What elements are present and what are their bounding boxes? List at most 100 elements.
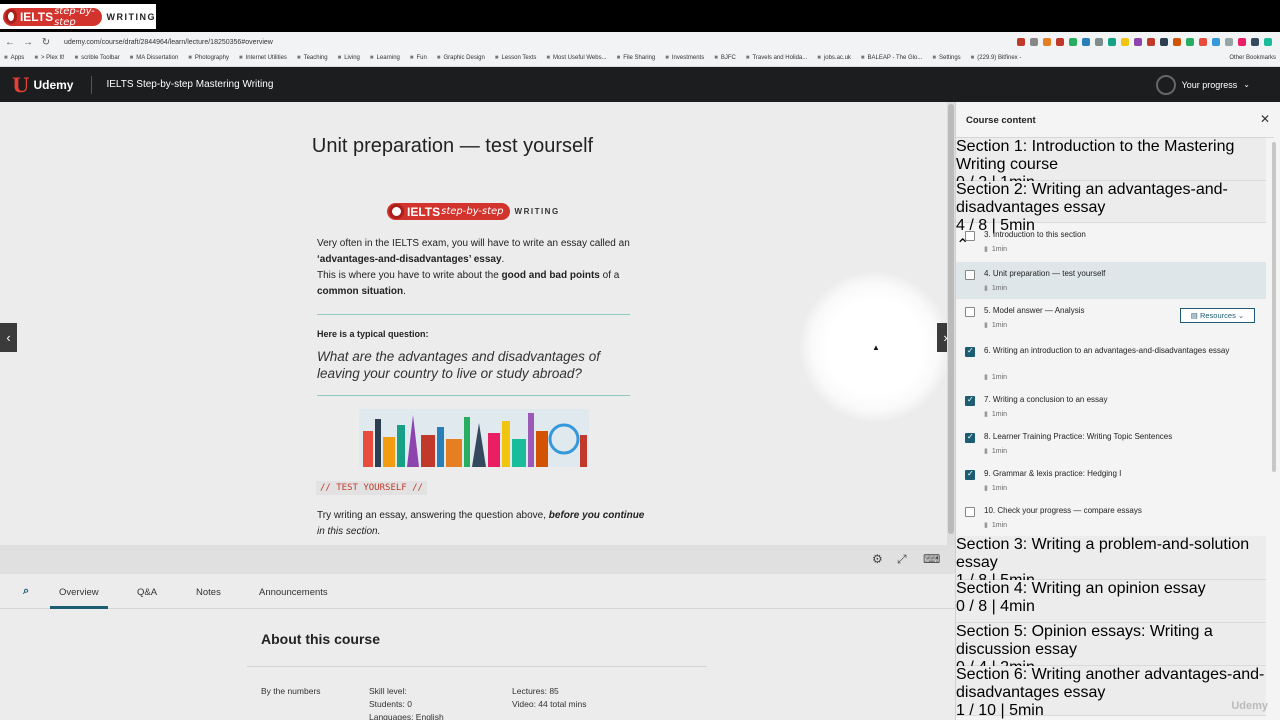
bookmark-item[interactable]: Photography — [188, 55, 229, 61]
bookmark-item[interactable]: jobs.ac.uk — [817, 55, 851, 61]
extension-icon[interactable] — [1147, 38, 1155, 46]
keyboard-shortcuts-icon[interactable]: ⌨ — [923, 552, 940, 566]
section-header[interactable]: Section 2: Writing an advantages-and-dis… — [956, 181, 1266, 254]
lecture-item[interactable]: 7. Writing a conclusion to an essay 1min — [956, 388, 1266, 425]
udemy-logo[interactable]: U Udemy — [12, 75, 73, 95]
bookmark-item[interactable]: Learning — [370, 55, 400, 61]
bookmark-item[interactable]: scrible Toolbar — [74, 55, 120, 61]
bookmark-item[interactable]: BALEAP - The Glo... — [861, 55, 923, 61]
tab-notes[interactable]: Notes — [196, 587, 221, 598]
completion-checkbox[interactable] — [965, 231, 975, 241]
completion-checkbox[interactable] — [965, 432, 975, 443]
tab-qa[interactable]: Q&A — [137, 587, 157, 598]
completion-checkbox[interactable] — [965, 395, 975, 406]
sidebar-scrollbar[interactable] — [1272, 142, 1276, 472]
intro-text-d: This is where you have to write about th… — [317, 270, 502, 281]
lecture-item[interactable]: 8. Learner Training Practice: Writing To… — [956, 425, 1266, 462]
extension-icon[interactable] — [1121, 38, 1129, 46]
section-title: Section 5: Opinion essays: Writing a dis… — [956, 623, 1213, 658]
extension-icon[interactable] — [1173, 38, 1181, 46]
bookmark-item[interactable]: MA Dissertation — [130, 55, 178, 61]
close-icon[interactable]: ✕ — [1260, 112, 1270, 126]
mouse-pointer-icon: ▲ — [872, 343, 880, 352]
section-header[interactable]: Section 3: Writing a problem-and-solutio… — [956, 536, 1266, 609]
extension-icon[interactable] — [1212, 38, 1220, 46]
search-icon[interactable]: ⌕ — [23, 585, 29, 598]
slide-ielts-pill: IELTS step-by-step — [387, 203, 510, 220]
bookmark-item[interactable]: Settings — [932, 55, 961, 61]
extension-icon[interactable] — [1017, 38, 1025, 46]
slide-ielts-logo: IELTS step-by-step WRITING — [387, 203, 560, 220]
extension-icon[interactable] — [1082, 38, 1090, 46]
completion-checkbox[interactable] — [965, 469, 975, 480]
reload-button[interactable]: ↻ — [38, 37, 54, 48]
lecture-item[interactable]: 6. Writing an introduction to an advanta… — [956, 339, 1266, 388]
bookmark-item[interactable]: Fun — [410, 55, 427, 61]
extension-icon[interactable] — [1134, 38, 1142, 46]
bookmark-item[interactable]: BJFC — [714, 55, 736, 61]
extension-icon[interactable] — [1238, 38, 1246, 46]
extension-icon[interactable] — [1199, 38, 1207, 46]
lecture-item[interactable]: 3. Introduction to this section 1min — [956, 223, 1266, 260]
lecture-item[interactable]: 4. Unit preparation — test yourself 1min — [956, 262, 1266, 299]
settings-gear-icon[interactable]: ⚙ — [872, 552, 883, 566]
section-header[interactable]: Section 1: Introduction to the Mastering… — [956, 138, 1266, 211]
lecture-item[interactable]: 10. Check your progress — compare essays… — [956, 499, 1266, 536]
lecture-scrollbar[interactable] — [947, 102, 955, 545]
slide-logo-brand: IELTS — [407, 204, 441, 219]
tab-overview[interactable]: Overview — [59, 587, 99, 598]
intro-text-e: good and bad points — [501, 270, 600, 281]
lecture-item[interactable]: 5. Model answer — Analysis1min▤ Resource… — [956, 299, 1266, 339]
bookmark-item[interactable]: Lesson Texts — [495, 55, 536, 61]
bookmark-item[interactable]: Graphic Design — [437, 55, 484, 61]
course-header: U Udemy IELTS Step-by-step Mastering Wri… — [0, 67, 1280, 102]
other-bookmarks[interactable]: Other Bookmarks — [1229, 55, 1276, 61]
slide-ielts-ball-icon — [389, 204, 404, 219]
extension-icon[interactable] — [1095, 38, 1103, 46]
back-button[interactable]: ← — [2, 37, 18, 48]
skill-level: Skill level: — [369, 686, 407, 696]
bookmark-item[interactable]: (229.9) Bitfinex - — [971, 55, 1021, 61]
extension-icon[interactable] — [1043, 38, 1051, 46]
extension-icon[interactable] — [1069, 38, 1077, 46]
tab-announcements[interactable]: Announcements — [259, 587, 328, 598]
completion-checkbox[interactable] — [965, 346, 975, 357]
section-header[interactable]: Section 5: Opinion essays: Writing a dis… — [956, 623, 1266, 696]
completion-checkbox[interactable] — [965, 307, 975, 317]
completion-checkbox[interactable] — [965, 270, 975, 280]
bookmark-item[interactable]: Internet Utilities — [239, 55, 287, 61]
extension-icon[interactable] — [1108, 38, 1116, 46]
ielts-brand-text: IELTS — [19, 9, 54, 24]
bookmark-item[interactable]: Investments — [665, 55, 704, 61]
progress-button[interactable]: Your progress ⌄ — [1155, 74, 1250, 95]
bookmark-item[interactable]: Teaching — [297, 55, 328, 61]
scrollbar-thumb[interactable] — [948, 104, 954, 534]
extension-icon[interactable] — [1160, 38, 1168, 46]
lecture-item[interactable]: 9. Grammar & lexis practice: Hedging I 1m… — [956, 462, 1266, 499]
extension-icon[interactable] — [1264, 38, 1272, 46]
bookmark-item[interactable]: Travels and Holida... — [746, 55, 807, 61]
previous-lecture-button[interactable]: ‹ — [0, 323, 17, 352]
bookmark-item[interactable]: Most Useful Webs... — [546, 55, 607, 61]
section-header[interactable]: Section 4: Writing an opinion essay 0 / 8… — [956, 580, 1266, 635]
extension-icon[interactable] — [1251, 38, 1259, 46]
extension-icon[interactable] — [1056, 38, 1064, 46]
address-bar[interactable]: udemy.com/course/draft/2844964/learn/lec… — [64, 39, 784, 46]
bookmark-item[interactable]: File Sharing — [617, 55, 655, 61]
bookmark-item[interactable]: Living — [338, 55, 360, 61]
extension-icon[interactable] — [1186, 38, 1194, 46]
course-tabs: ⌕ Overview Q&A Notes Announcements — [0, 574, 955, 609]
resources-button[interactable]: ▤ Resources ⌄ — [1180, 308, 1255, 323]
bookmark-item[interactable]: > Plex It! — [34, 55, 65, 61]
fullscreen-icon[interactable]: ⤢ — [897, 552, 907, 567]
browser-chrome: ← → ↻ udemy.com/course/draft/2844964/lea… — [0, 32, 1280, 67]
course-title[interactable]: IELTS Step-by-step Mastering Writing — [106, 79, 273, 90]
lecture-title: 10. Check your progress — compare essays — [984, 506, 1142, 515]
section-title: Section 6: Writing another advantages-an… — [956, 666, 1265, 701]
bookmark-item[interactable]: Apps — [4, 55, 25, 61]
extension-icon[interactable] — [1225, 38, 1233, 46]
forward-button[interactable]: → — [20, 37, 36, 48]
extension-icon[interactable] — [1030, 38, 1038, 46]
completion-checkbox[interactable] — [965, 507, 975, 517]
section-header[interactable]: Section 6: Writing another advantages-an… — [956, 666, 1266, 719]
